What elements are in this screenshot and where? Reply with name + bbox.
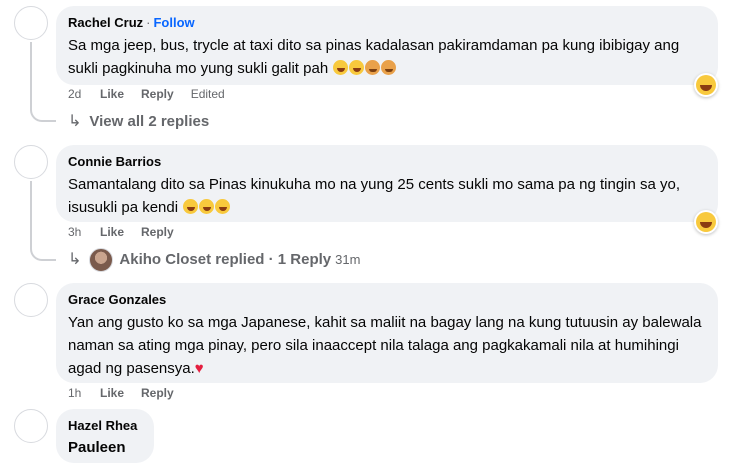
author-name[interactable]: Rachel Cruz — [68, 15, 143, 30]
laughing-face-icon — [349, 60, 365, 75]
avatar[interactable] — [14, 6, 48, 40]
thread-line — [30, 42, 32, 108]
comment-bubble: Hazel Rhea Pauleen — [56, 409, 154, 463]
comment-text: Pauleen — [68, 436, 142, 459]
author-name[interactable]: Connie Barrios — [68, 154, 161, 169]
person-facepalming-icon — [365, 60, 381, 75]
comment-bubble: Grace Gonzales Yan ang gusto ko sa mga J… — [56, 283, 718, 383]
view-replies-button[interactable]: ↳ View all 2 replies — [68, 112, 209, 132]
author-name[interactable]: Grace Gonzales — [68, 292, 166, 307]
comment-actions: 1h Like Reply — [68, 385, 191, 401]
replies-count-label: replied · 1 Reply — [215, 251, 332, 268]
author-name[interactable]: Hazel Rhea — [68, 418, 137, 433]
red-heart-icon: ♥ — [194, 360, 204, 377]
comment-actions: 3h Like Reply — [68, 224, 191, 240]
comment-author-line: Connie Barrios — [68, 153, 706, 170]
replier-name: Akiho Closet — [119, 251, 212, 268]
comment-bubble: Connie Barrios Samantalang dito sa Pinas… — [56, 145, 718, 222]
comment-text: Yan ang gusto ko sa mga Japanese, kahit … — [68, 311, 706, 380]
comment-text: Sa mga jeep, bus, trycle at taxi dito sa… — [68, 34, 706, 80]
comment-actions: 2d Like Reply Edited — [68, 86, 225, 102]
replier-avatar — [89, 248, 114, 272]
rolling-laughing-face-icon — [183, 199, 199, 214]
avatar[interactable] — [14, 145, 48, 179]
reply-time: 31m — [335, 252, 361, 267]
reply-button[interactable]: Reply — [141, 385, 174, 401]
thread-elbow — [30, 104, 56, 122]
haha-reaction-icon[interactable] — [694, 73, 718, 97]
comment-text-body: Pauleen — [68, 439, 126, 456]
comment-time[interactable]: 3h — [68, 224, 100, 240]
thread-line — [30, 181, 32, 247]
thread-elbow — [30, 243, 56, 261]
comment-time[interactable]: 2d — [68, 86, 100, 102]
comment-text-body: Yan ang gusto ko sa mga Japanese, kahit … — [68, 314, 702, 377]
avatar[interactable] — [14, 283, 48, 317]
comment-text: Samantalang dito sa Pinas kinukuha mo na… — [68, 173, 706, 219]
view-replies-button[interactable]: ↳ Akiho Closet replied · 1 Reply 31m — [68, 248, 361, 272]
comment-bubble: Rachel Cruz · Follow Sa mga jeep, bus, try… — [56, 6, 718, 85]
laughing-face-icon — [333, 60, 349, 75]
haha-emoji-icon — [696, 212, 716, 232]
edited-label: Edited — [190, 87, 225, 101]
view-replies-label: View all 2 replies — [89, 113, 210, 130]
rolling-laughing-face-icon — [199, 199, 215, 214]
like-button[interactable]: Like — [100, 385, 124, 401]
reply-button[interactable]: Reply — [141, 86, 174, 102]
haha-reaction-icon[interactable] — [694, 210, 718, 234]
like-button[interactable]: Like — [100, 86, 124, 102]
rolling-laughing-face-icon — [215, 199, 231, 214]
reply-arrow-icon: ↳ — [68, 113, 82, 130]
reply-button[interactable]: Reply — [141, 224, 174, 240]
reply-arrow-icon: ↳ — [68, 251, 82, 268]
comment-author-line: Hazel Rhea — [68, 417, 142, 434]
haha-emoji-icon — [696, 75, 716, 95]
separator-dot: · — [146, 15, 151, 30]
person-facepalming-icon — [381, 60, 397, 75]
follow-button[interactable]: Follow — [153, 15, 194, 30]
like-button[interactable]: Like — [100, 224, 124, 240]
comment-author-line: Grace Gonzales — [68, 291, 706, 308]
comment-time[interactable]: 1h — [68, 385, 100, 401]
comment-text-body: Samantalang dito sa Pinas kinukuha mo na… — [68, 176, 681, 216]
comment-author-line: Rachel Cruz · Follow — [68, 14, 706, 31]
avatar[interactable] — [14, 409, 48, 443]
